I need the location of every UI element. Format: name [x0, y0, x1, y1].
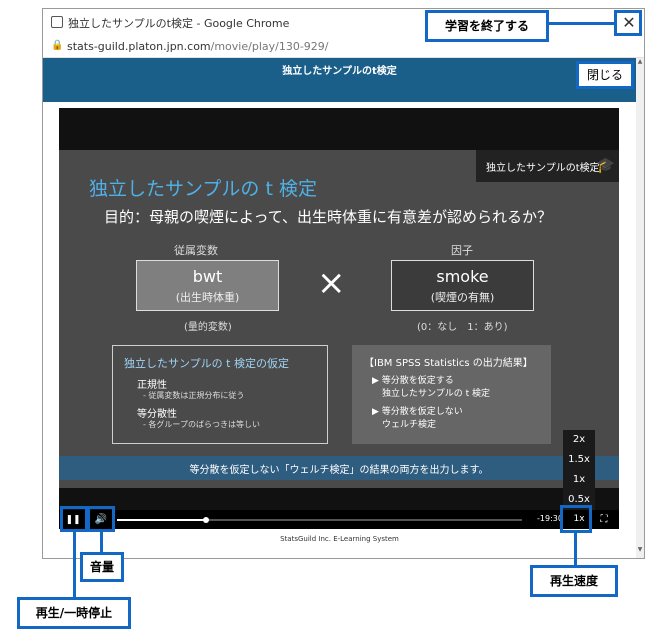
speed-option[interactable]: 1.5x — [563, 450, 595, 470]
dependent-variable-desc: (出生時体重) — [175, 291, 240, 304]
play-pause-highlight — [60, 506, 88, 532]
factor-values: (0：なし 1：あり) — [417, 322, 508, 333]
callout-line — [547, 22, 614, 25]
slide: 独立したサンプルのt検定 🎓 独立したサンプルの t 検定 目的：母親の喫煙によ… — [59, 150, 619, 488]
address-bar[interactable]: 🔒 stats-guild.platon.jpn.com/movie/play/… — [43, 36, 644, 58]
speed-highlight — [560, 505, 592, 533]
speed-option[interactable]: 2x — [563, 430, 595, 450]
close-page-button[interactable]: 閉じる — [576, 61, 634, 89]
assumptions-box: 独立したサンプルの t 検定の仮定 正規性 - 従属変数は正規分布に従う 等分散… — [112, 345, 328, 444]
dependent-variable-box: bwt (出生時体重) — [136, 260, 279, 311]
callout-line — [574, 533, 577, 565]
page-title: 独立したサンプルのt検定 — [282, 66, 397, 77]
page-favicon-icon — [51, 16, 63, 28]
callout-line — [73, 532, 76, 597]
factor-box: smoke (喫煙の有無) — [391, 260, 534, 311]
factor-desc: (喫煙の有無) — [430, 291, 495, 304]
footer-text: StatsGuild Inc. E-Learning System — [280, 535, 399, 543]
speed-option[interactable]: 1x — [563, 470, 595, 490]
factor-name: smoke — [436, 267, 489, 286]
speed-menu: 2x 1.5x 1x 0.5x — [563, 430, 595, 510]
browser-window: 独立したサンプルのt検定 - Google Chrome – ✕ 🔒 stats… — [42, 8, 645, 559]
spss-item-detail: ウェルチ検定 — [382, 420, 437, 430]
caption-band: 等分散を仮定しない「ウェルチ検定」の結果の両方を出力します。 — [59, 456, 619, 480]
seek-progress — [117, 519, 207, 521]
url-text: stats-guild.platon.jpn.com/movie/play/13… — [67, 40, 329, 53]
slide-purpose: 目的：母親の喫煙によって、出生時体重に有意差が認められるか？ — [104, 208, 553, 226]
lock-icon: 🔒 — [51, 40, 64, 51]
dependent-variable-type: (量的変数) — [184, 322, 232, 333]
page-header: 独立したサンプルのt検定 — [43, 58, 636, 102]
end-learning-callout: 学習を終了する — [425, 10, 549, 42]
equal-variance-label: 等分散性 — [137, 409, 177, 420]
play-pause-callout: 再生/一時停止 — [17, 597, 131, 629]
spss-item-detail: 独立したサンプルの t 検定 — [382, 389, 490, 399]
slide-title: 独立したサンプルの t 検定 — [89, 178, 317, 200]
fullscreen-icon[interactable]: ⛶ — [597, 513, 611, 526]
spss-output-title: 【IBM SPSS Statistics の出力結果】 — [364, 358, 533, 369]
assumptions-title: 独立したサンプルの t 検定の仮定 — [124, 357, 289, 370]
vertical-scrollbar[interactable] — [636, 58, 644, 558]
video-player[interactable]: 独立したサンプルのt検定 🎓 独立したサンプルの t 検定 目的：母親の喫煙によ… — [59, 108, 619, 529]
window-title: 独立したサンプルのt検定 - Google Chrome — [68, 17, 290, 30]
graduation-cap-icon: 🎓 — [596, 156, 615, 174]
seek-handle[interactable] — [203, 517, 210, 523]
volume-highlight — [87, 506, 115, 532]
normality-desc: - 従属変数は正規分布に従う — [143, 391, 245, 400]
normality-label: 正規性 — [137, 380, 167, 391]
callout-line — [100, 532, 103, 552]
volume-callout: 音量 — [80, 552, 124, 582]
player-controls: ❚❚ 🔊 -19:30 1x ⛶ — [59, 510, 619, 529]
slide-badge: 独立したサンプルのt検定 🎓 — [476, 150, 619, 182]
spss-output-box: 【IBM SPSS Statistics の出力結果】 ▶ 等分散を仮定する 独… — [352, 345, 551, 444]
dependent-variable-name: bwt — [192, 267, 223, 286]
scroll-down-icon[interactable]: ▼ — [636, 546, 644, 556]
speed-callout: 再生速度 — [530, 565, 618, 597]
equal-variance-desc: - 各グループのばらつきは等しい — [143, 420, 260, 429]
caption-text: 等分散を仮定しない「ウェルチ検定」の結果の両方を出力します。 — [189, 465, 489, 476]
close-highlight — [614, 10, 642, 36]
dependent-variable-label: 従属変数 — [174, 244, 218, 257]
seek-bar[interactable] — [117, 517, 522, 523]
times-icon: × — [317, 263, 346, 303]
spss-item: ▶ 等分散を仮定する — [372, 376, 454, 386]
slide-badge-label: 独立したサンプルのt検定 — [486, 163, 600, 174]
factor-label: 因子 — [451, 244, 473, 257]
spss-item: ▶ 等分散を仮定しない — [372, 407, 463, 417]
scroll-up-icon[interactable]: ▲ — [636, 58, 644, 68]
